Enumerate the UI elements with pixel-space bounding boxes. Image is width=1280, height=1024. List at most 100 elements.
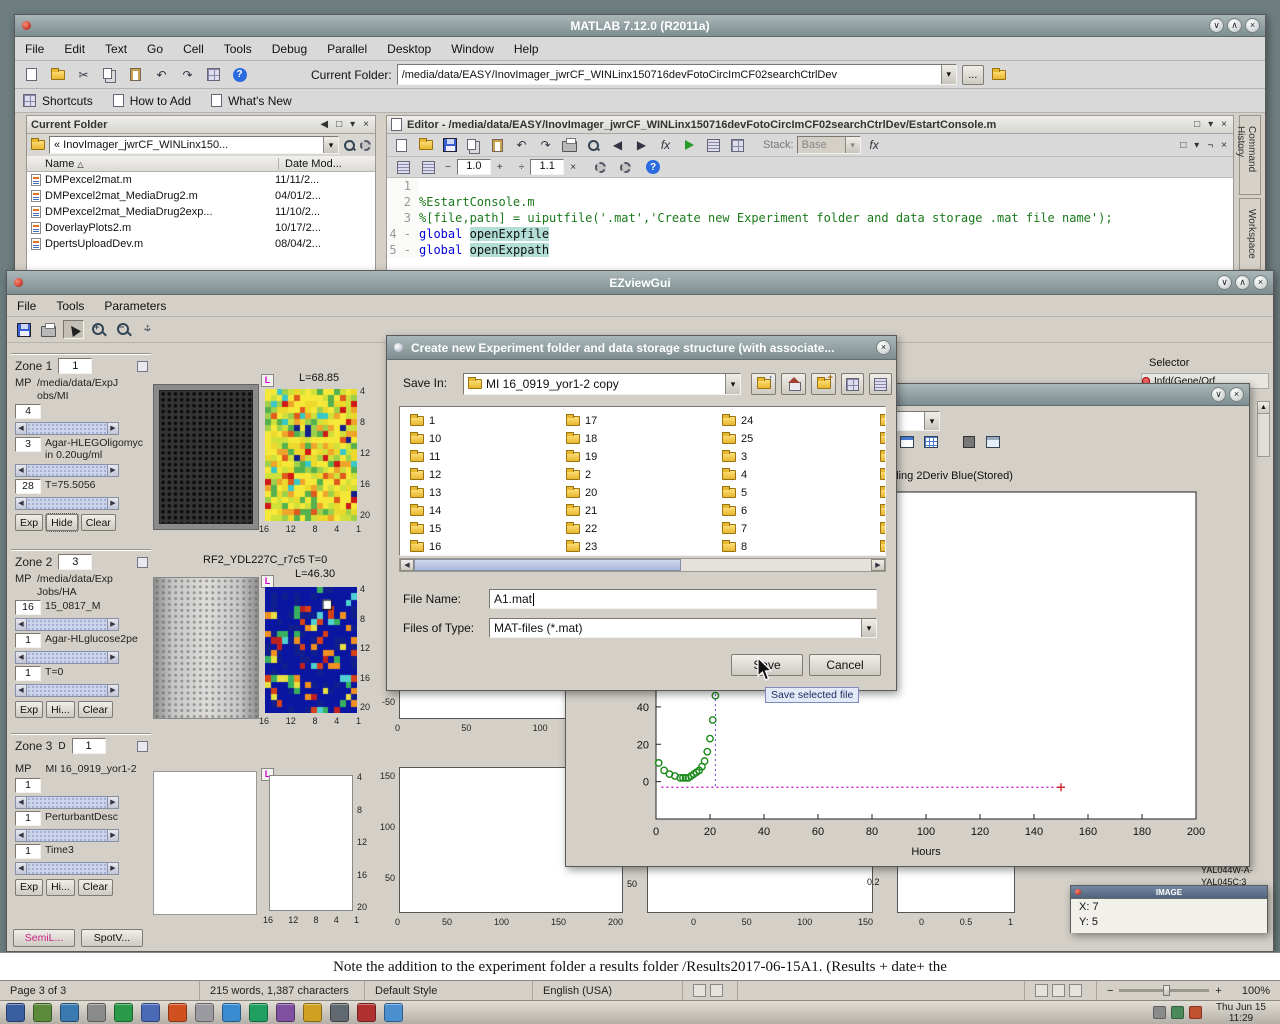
folder-item-partial[interactable] bbox=[880, 467, 886, 483]
horizontal-scrollbar[interactable]: ◀ ▶ bbox=[399, 558, 886, 572]
menu-icon[interactable]: ▾ bbox=[1192, 140, 1201, 151]
copy-icon[interactable] bbox=[99, 65, 120, 84]
window-menu-icon[interactable] bbox=[1075, 889, 1081, 895]
hide-button[interactable]: Hi... bbox=[46, 879, 75, 896]
zone-slider[interactable]: ◀▶ bbox=[15, 497, 119, 510]
slider-right-arrow[interactable]: ▶ bbox=[107, 464, 119, 477]
language-selector[interactable]: English (USA) bbox=[533, 981, 683, 1000]
folder-item-partial[interactable] bbox=[880, 521, 886, 537]
menu-tools[interactable]: Tools bbox=[214, 39, 262, 59]
slider-right-arrow[interactable]: ▶ bbox=[107, 618, 119, 631]
increase-icon[interactable]: + bbox=[495, 162, 505, 173]
slider-left-arrow[interactable]: ◀ bbox=[15, 829, 27, 842]
code-area[interactable]: 12%EstartConsole.m3%[file,path] = uiputf… bbox=[387, 178, 1233, 272]
zoom-slider-track[interactable] bbox=[1119, 989, 1209, 992]
zone-slider[interactable]: ◀▶ bbox=[15, 618, 119, 631]
folder-item[interactable]: 10 bbox=[410, 431, 441, 447]
menu-parameters[interactable]: Parameters bbox=[94, 296, 176, 316]
grid-view-icon[interactable] bbox=[922, 434, 940, 450]
exp-button[interactable]: Exp bbox=[15, 701, 43, 718]
zoom-in-icon[interactable]: + bbox=[1215, 985, 1221, 997]
folder-item[interactable]: 15 bbox=[410, 521, 441, 537]
file-row[interactable]: DMPexcel2mat.m11/11/2... bbox=[27, 172, 375, 188]
scrollbar-track[interactable] bbox=[681, 559, 871, 571]
new-icon[interactable] bbox=[391, 136, 412, 155]
paragraph-style[interactable]: Default Style bbox=[365, 981, 533, 1000]
value-field-2[interactable]: 1.1 bbox=[530, 159, 564, 175]
taskbar-app-5[interactable] bbox=[114, 1003, 133, 1022]
help-icon[interactable] bbox=[229, 65, 250, 84]
slider-left-arrow[interactable]: ◀ bbox=[15, 618, 27, 631]
search-icon[interactable] bbox=[343, 139, 356, 152]
table-view-icon[interactable] bbox=[898, 434, 916, 450]
browse-folder-button[interactable]: ... bbox=[962, 65, 984, 85]
folder-item[interactable]: 3 bbox=[722, 449, 747, 465]
file-name-input[interactable]: A1.mat bbox=[489, 589, 877, 609]
folder-item[interactable]: 8 bbox=[722, 539, 747, 555]
taskbar-app-14[interactable] bbox=[357, 1003, 376, 1022]
zone-value-field[interactable]: 1 bbox=[15, 844, 41, 859]
print-icon[interactable] bbox=[38, 320, 59, 339]
zone-value-field[interactable]: 1 bbox=[15, 811, 41, 826]
exp-button[interactable]: Exp bbox=[15, 879, 43, 896]
tray-icon-2[interactable] bbox=[1171, 1006, 1184, 1019]
scroll-up-icon[interactable]: ▲ bbox=[1258, 402, 1269, 414]
tab-command-history[interactable]: Command History bbox=[1239, 115, 1261, 195]
plate-photo-2[interactable] bbox=[153, 577, 259, 719]
close-button[interactable]: × bbox=[1245, 18, 1260, 33]
slider-left-arrow[interactable]: ◀ bbox=[15, 422, 27, 435]
taskbar-app-1[interactable] bbox=[6, 1003, 25, 1022]
zone-popout-icon[interactable] bbox=[137, 741, 148, 752]
shortcut-how-to-add[interactable]: How to Add bbox=[130, 94, 191, 108]
plate-photo-1[interactable] bbox=[153, 384, 259, 530]
restore-icon[interactable]: □ bbox=[1178, 140, 1188, 151]
menu-go[interactable]: Go bbox=[137, 39, 173, 59]
close-button[interactable]: × bbox=[876, 340, 891, 355]
zone-value-field[interactable]: 3 bbox=[15, 437, 41, 452]
folder-item-partial[interactable] bbox=[880, 485, 886, 501]
zone-value-field[interactable]: 16 bbox=[15, 600, 41, 615]
folder-item[interactable]: 7 bbox=[722, 521, 747, 537]
zone1-field[interactable]: 1 bbox=[58, 358, 92, 374]
zoom-slider[interactable]: − + bbox=[1097, 981, 1232, 1000]
folder-item[interactable]: 20 bbox=[566, 485, 597, 501]
gear-icon[interactable] bbox=[360, 140, 371, 151]
dropdown-icon[interactable]: ▾ bbox=[725, 374, 740, 394]
restore-icon[interactable]: □ bbox=[334, 119, 344, 130]
pan-icon[interactable] bbox=[138, 320, 159, 339]
minimize-button[interactable]: ∨ bbox=[1217, 275, 1232, 290]
folder-item[interactable]: 13 bbox=[410, 485, 441, 501]
shortcut-whats-new[interactable]: What's New bbox=[228, 94, 292, 108]
menu-parallel[interactable]: Parallel bbox=[317, 39, 377, 59]
slider-right-arrow[interactable]: ▶ bbox=[107, 651, 119, 664]
menu-file[interactable]: File bbox=[7, 296, 46, 316]
folder-list[interactable]: 1101112131415161718192202122232425345678 bbox=[399, 406, 886, 556]
fx-insert-icon[interactable]: fx bbox=[864, 136, 885, 155]
minimize-button[interactable]: ∨ bbox=[1209, 18, 1224, 33]
zone-value-field[interactable]: 1 bbox=[15, 666, 41, 681]
slider-track[interactable] bbox=[27, 651, 107, 664]
open-file-icon[interactable] bbox=[47, 65, 68, 84]
copy-icon[interactable] bbox=[463, 136, 484, 155]
zoom-slider-knob[interactable] bbox=[1163, 985, 1170, 996]
menu-desktop[interactable]: Desktop bbox=[377, 39, 441, 59]
value-field-1[interactable]: 1.0 bbox=[457, 159, 491, 175]
multi-page-view-icon[interactable] bbox=[1052, 984, 1065, 997]
info-icon[interactable] bbox=[646, 160, 660, 174]
list-view-button[interactable] bbox=[869, 373, 892, 395]
simulink-icon[interactable] bbox=[203, 65, 224, 84]
tray-icon-1[interactable] bbox=[1153, 1006, 1166, 1019]
slider-left-arrow[interactable]: ◀ bbox=[15, 796, 27, 809]
slider-track[interactable] bbox=[27, 422, 107, 435]
layout-view-icon[interactable] bbox=[984, 434, 1002, 450]
dropdown-icon[interactable]: ▾ bbox=[845, 137, 860, 153]
paste-icon[interactable] bbox=[487, 136, 508, 155]
menu-file[interactable]: File bbox=[15, 39, 54, 59]
new-script-icon[interactable] bbox=[21, 65, 42, 84]
run-icon[interactable] bbox=[679, 136, 700, 155]
percent-strike-icon[interactable] bbox=[615, 158, 636, 177]
zone-slider[interactable]: ◀▶ bbox=[15, 464, 119, 477]
zone-slider[interactable]: ◀▶ bbox=[15, 422, 119, 435]
menu-debug[interactable]: Debug bbox=[262, 39, 317, 59]
maximize-button[interactable]: ∧ bbox=[1227, 18, 1242, 33]
